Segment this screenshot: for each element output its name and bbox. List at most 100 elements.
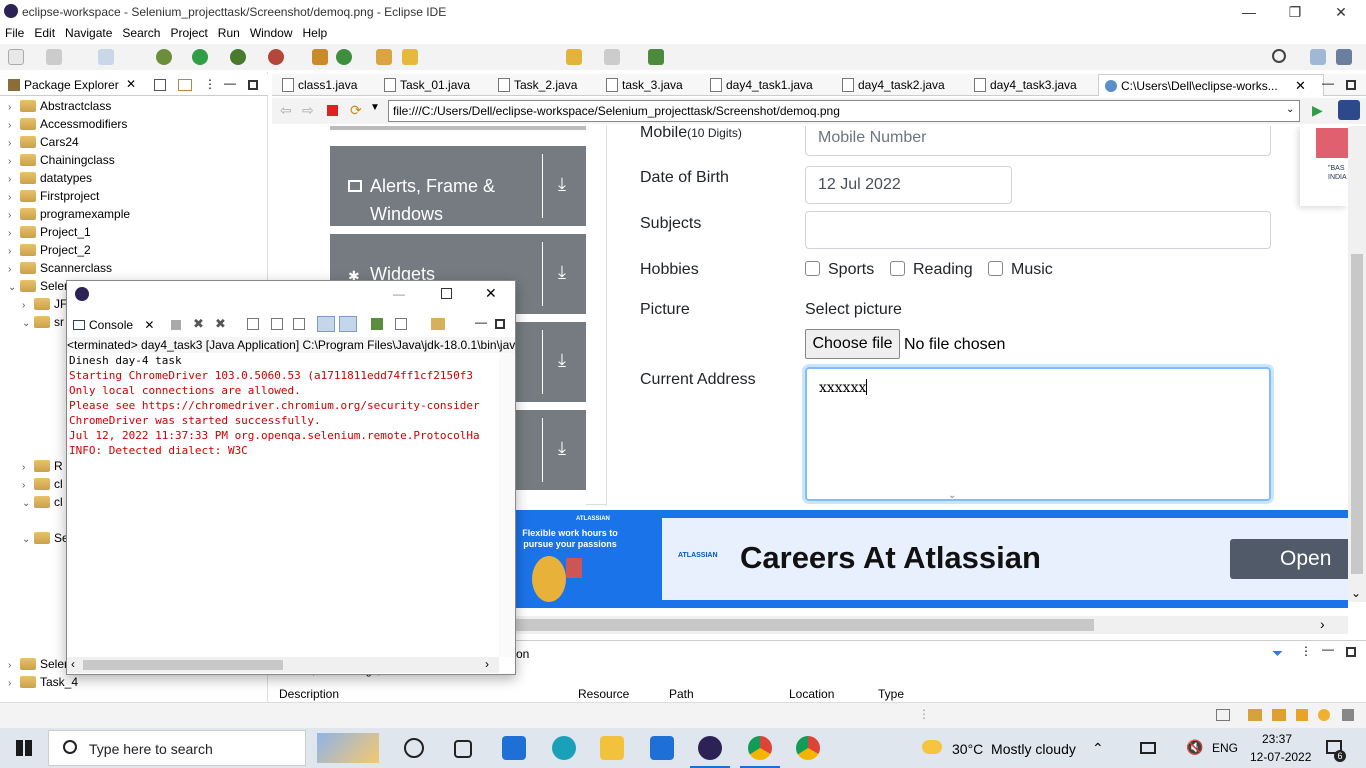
refresh-icon[interactable]: ⟳ bbox=[350, 102, 362, 119]
task-view-icon[interactable] bbox=[404, 738, 424, 758]
open-console-icon[interactable] bbox=[431, 318, 445, 330]
mail-icon[interactable] bbox=[650, 736, 674, 760]
browser-menu-icon[interactable] bbox=[1338, 100, 1360, 120]
editor-tab[interactable]: task_3.java bbox=[600, 74, 683, 96]
scroll-right-icon[interactable]: › bbox=[1320, 616, 1325, 632]
choose-file-button[interactable]: Choose file bbox=[805, 329, 900, 359]
console-vscroll[interactable] bbox=[499, 353, 515, 657]
remove-all-icon[interactable]: ✖ bbox=[215, 316, 226, 332]
tree-item[interactable]: ⌄ sr bbox=[22, 313, 64, 331]
menu-run[interactable]: Run bbox=[213, 24, 245, 42]
scroll-right-icon[interactable]: › bbox=[485, 657, 489, 671]
back-icon[interactable] bbox=[566, 49, 582, 65]
tree-item[interactable]: › Firstproject bbox=[8, 187, 99, 205]
download-icon[interactable]: ⤓ bbox=[558, 262, 566, 283]
close-tab-icon[interactable]: ✕ bbox=[126, 77, 136, 91]
weather-icon[interactable] bbox=[922, 740, 942, 754]
tree-item[interactable]: › Cars24 bbox=[8, 133, 79, 151]
external-tools-icon[interactable] bbox=[268, 49, 284, 65]
col-path[interactable]: Path bbox=[669, 687, 694, 701]
perspective-icon[interactable] bbox=[1310, 49, 1326, 65]
download-icon[interactable]: ⤓ bbox=[558, 350, 566, 371]
hobby-reading[interactable]: Reading bbox=[890, 261, 973, 279]
tree-item[interactable]: › cl bbox=[22, 475, 63, 493]
save-icon[interactable] bbox=[46, 49, 62, 65]
address-textarea[interactable]: xxxxxx bbox=[805, 367, 1271, 501]
view-menu-icon[interactable]: ⋮ bbox=[204, 77, 216, 91]
pin-console-icon[interactable] bbox=[371, 318, 383, 330]
hobby-music[interactable]: Music bbox=[988, 261, 1053, 279]
url-dropdown-icon[interactable]: ⌄ bbox=[1286, 104, 1294, 115]
tree-item[interactable]: › Task_4 bbox=[8, 673, 78, 691]
col-type[interactable]: Type bbox=[878, 687, 904, 701]
tree-item[interactable]: › datatypes bbox=[8, 169, 92, 187]
close-button[interactable]: ✕ bbox=[1318, 2, 1364, 22]
tree-item[interactable]: › Accessmodifiers bbox=[8, 115, 127, 133]
status-icon-6[interactable] bbox=[1342, 709, 1354, 721]
sports-checkbox[interactable] bbox=[805, 261, 820, 276]
problems-tab-label[interactable]: on bbox=[516, 647, 529, 661]
editor-tab[interactable]: day4_task3.java bbox=[968, 74, 1077, 96]
maximize-view-icon[interactable] bbox=[248, 80, 258, 90]
minimize-view-icon[interactable]: — bbox=[1322, 642, 1334, 656]
tree-item[interactable]: › Scannerclass bbox=[8, 259, 112, 277]
editor-tab[interactable]: Task_01.java bbox=[378, 74, 470, 96]
open-perspective-icon[interactable] bbox=[648, 49, 664, 65]
tree-item[interactable]: › Project_2 bbox=[8, 241, 91, 259]
download-icon[interactable]: ⤓ bbox=[558, 438, 566, 459]
status-icon-5[interactable] bbox=[1318, 709, 1330, 721]
remove-launch-icon[interactable]: ✖ bbox=[193, 316, 204, 332]
link-editor-icon[interactable] bbox=[178, 79, 192, 91]
forward-arrow-icon[interactable]: ⇨ bbox=[302, 102, 314, 119]
new-icon[interactable] bbox=[8, 49, 24, 65]
filter-icon[interactable]: ⏷ bbox=[1272, 645, 1283, 662]
minimize-button[interactable]: — bbox=[1226, 2, 1272, 22]
network-icon[interactable] bbox=[1140, 742, 1156, 754]
maximize-editor-icon[interactable] bbox=[1346, 80, 1356, 90]
menu-navigate[interactable]: Navigate bbox=[60, 24, 117, 42]
package-explorer-tab[interactable]: Package Explorer ✕ ⋮ — bbox=[0, 74, 268, 96]
taskbar-search[interactable]: Type here to search bbox=[48, 730, 379, 766]
console-tab[interactable]: Console ✕ bbox=[71, 315, 154, 335]
chevron-down-icon[interactable]: ▼ bbox=[370, 102, 380, 113]
view-menu-icon[interactable]: ⋮ bbox=[1300, 644, 1312, 658]
editor-tab-active[interactable]: C:\Users\Dell\eclipse-works... ✕ bbox=[1098, 74, 1324, 96]
tree-item[interactable]: ⌄ cl bbox=[22, 493, 63, 511]
close-tab-icon[interactable]: ✕ bbox=[1295, 75, 1306, 97]
tree-item[interactable]: › JF bbox=[22, 295, 67, 313]
word-wrap-icon[interactable] bbox=[293, 318, 305, 330]
back-arrow-icon[interactable]: ⇦ bbox=[280, 102, 292, 119]
mobile-input[interactable]: Mobile Number bbox=[805, 126, 1271, 156]
debug-icon[interactable] bbox=[156, 49, 172, 65]
status-icon-3[interactable] bbox=[1272, 709, 1286, 721]
scroll-left-icon[interactable]: ‹ bbox=[71, 657, 75, 671]
file-explorer-icon[interactable] bbox=[600, 736, 624, 760]
language-indicator[interactable]: ENG bbox=[1212, 741, 1238, 755]
search-icon[interactable] bbox=[1272, 49, 1286, 63]
forward-icon[interactable] bbox=[604, 49, 620, 65]
maximize-view-icon[interactable] bbox=[1346, 647, 1356, 657]
tree-item[interactable]: › R bbox=[22, 457, 63, 475]
ad-card[interactable]: ATLASSIAN Careers At Atlassian Open bbox=[662, 518, 1348, 600]
volume-icon[interactable]: 🔇 bbox=[1186, 739, 1203, 756]
coverage-icon[interactable] bbox=[230, 49, 246, 65]
terminate-icon[interactable] bbox=[171, 320, 181, 330]
scroll-down-icon[interactable]: ⌄ bbox=[1351, 586, 1361, 600]
tree-item[interactable]: › Chainingclass bbox=[8, 151, 115, 169]
show-stdout-icon[interactable] bbox=[317, 316, 335, 332]
tree-item[interactable]: › Project_1 bbox=[8, 223, 91, 241]
scroll-thumb[interactable] bbox=[1351, 254, 1363, 574]
menu-help[interactable]: Help bbox=[298, 24, 333, 42]
search-tool-icon[interactable] bbox=[402, 49, 418, 65]
status-icon-2[interactable] bbox=[1248, 709, 1262, 721]
dob-input[interactable]: 12 Jul 2022 bbox=[805, 166, 1012, 204]
show-stderr-icon[interactable] bbox=[339, 316, 357, 332]
hscroll-thumb[interactable] bbox=[83, 660, 283, 670]
minimize-view-icon[interactable]: — bbox=[475, 315, 487, 329]
editor-tab[interactable]: day4_task2.java bbox=[836, 74, 945, 96]
eclipse-taskbar-icon[interactable] bbox=[698, 736, 722, 760]
go-icon[interactable]: ▶ bbox=[1312, 102, 1323, 119]
maximize-view-icon[interactable] bbox=[495, 319, 505, 329]
collapse-all-icon[interactable] bbox=[154, 79, 166, 91]
close-tab-icon[interactable]: ✕ bbox=[144, 318, 154, 332]
